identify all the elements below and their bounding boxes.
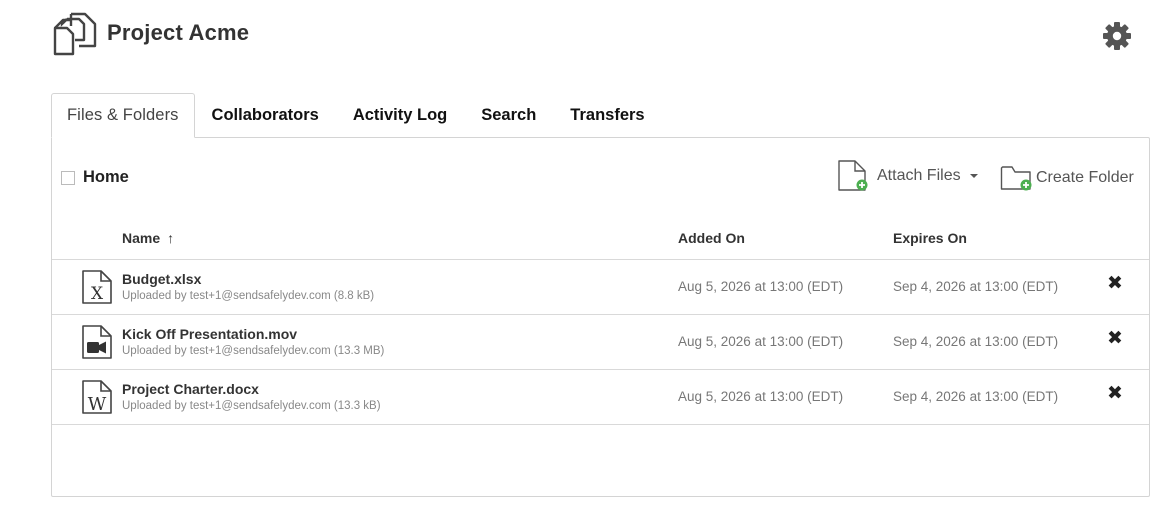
file-name-link[interactable]: Kick Off Presentation.mov	[122, 326, 297, 342]
documents-icon	[53, 12, 97, 56]
svg-text:X: X	[91, 284, 104, 304]
file-uploader-info: Uploaded by test+1@sendsafelydev.com (13…	[122, 345, 385, 357]
tab-label: Collaborators	[211, 105, 319, 124]
files-panel: Home Attach Files Create Folder Name ↑ A…	[51, 137, 1150, 497]
tab-files-folders[interactable]: Files & Folders	[51, 93, 195, 138]
column-header-expires-on[interactable]: Expires On	[893, 230, 967, 246]
tab-collaborators[interactable]: Collaborators	[195, 93, 336, 137]
word-file-icon: W	[82, 380, 112, 415]
select-all-checkbox[interactable]	[61, 170, 75, 185]
file-added-on: Aug 5, 2026 at 13:00 (EDT)	[678, 334, 844, 349]
column-header-name[interactable]: Name ↑	[122, 230, 174, 246]
file-uploader-info: Uploaded by test+1@sendsafelydev.com (13…	[122, 400, 381, 412]
tab-label: Files & Folders	[67, 106, 179, 124]
video-file-icon	[82, 325, 112, 359]
tab-label: Search	[481, 105, 537, 124]
file-row[interactable]: Kick Off Presentation.mov Uploaded by te…	[52, 314, 1149, 369]
breadcrumb: Home	[61, 168, 129, 187]
attach-files-label: Attach Files	[877, 167, 961, 184]
tab-bar: Files & Folders Collaborators Activity L…	[51, 93, 662, 138]
attach-file-icon	[838, 160, 868, 191]
column-header-added-on[interactable]: Added On	[678, 230, 745, 246]
project-header: Project Acme	[51, 10, 249, 56]
add-folder-icon	[1000, 166, 1032, 191]
delete-file-button[interactable]: ✖	[1107, 274, 1123, 294]
attach-files-button[interactable]: Attach Files	[837, 159, 978, 193]
file-expires-on: Sep 4, 2026 at 13:00 (EDT)	[893, 279, 1059, 294]
delete-file-button[interactable]: ✖	[1107, 329, 1123, 349]
file-row[interactable]: W Project Charter.docx Uploaded by test+…	[52, 369, 1149, 425]
tab-search[interactable]: Search	[464, 93, 553, 137]
file-name-link[interactable]: Project Charter.docx	[122, 381, 259, 397]
excel-file-icon: X	[82, 270, 112, 304]
tab-label: Transfers	[570, 105, 645, 124]
tab-transfers[interactable]: Transfers	[553, 93, 661, 137]
tab-label: Activity Log	[352, 105, 448, 124]
delete-file-button[interactable]: ✖	[1107, 384, 1123, 404]
file-list: X Budget.xlsx Uploaded by test+1@sendsaf…	[52, 259, 1149, 425]
gear-icon[interactable]	[1102, 21, 1132, 51]
create-folder-label: Create Folder	[1036, 169, 1134, 186]
file-added-on: Aug 5, 2026 at 13:00 (EDT)	[678, 279, 844, 294]
tab-activity-log[interactable]: Activity Log	[336, 93, 464, 137]
column-name-label: Name	[122, 230, 161, 246]
page-title: Project Acme	[107, 20, 250, 45]
sort-ascending-icon: ↑	[167, 230, 175, 246]
breadcrumb-home[interactable]: Home	[83, 168, 129, 187]
file-expires-on: Sep 4, 2026 at 13:00 (EDT)	[893, 334, 1059, 349]
create-folder-button[interactable]: Create Folder	[1000, 164, 1134, 192]
file-row[interactable]: X Budget.xlsx Uploaded by test+1@sendsaf…	[52, 259, 1149, 314]
file-added-on: Aug 5, 2026 at 13:00 (EDT)	[678, 389, 844, 404]
file-expires-on: Sep 4, 2026 at 13:00 (EDT)	[893, 389, 1059, 404]
file-name-link[interactable]: Budget.xlsx	[122, 271, 201, 287]
svg-text:W: W	[88, 394, 107, 415]
file-uploader-info: Uploaded by test+1@sendsafelydev.com (8.…	[122, 290, 375, 302]
chevron-down-icon	[969, 174, 978, 178]
